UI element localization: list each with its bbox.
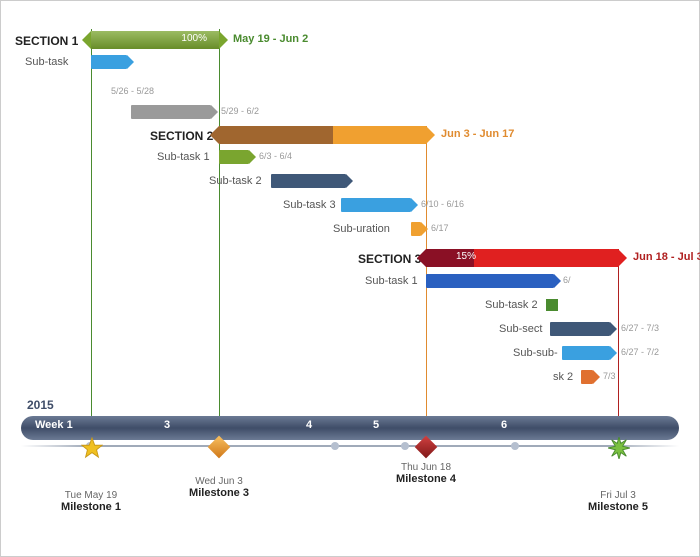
s1-task3-bar — [131, 105, 211, 119]
milestone-name: Milestone 5 — [588, 501, 648, 513]
s3-task2-bar — [546, 299, 558, 311]
s1-task1-bar — [91, 55, 127, 69]
milestone4-marker — [416, 437, 436, 457]
milestone-name: Milestone 3 — [189, 487, 249, 499]
year-label: 2015 — [27, 398, 54, 412]
week-tick: 4 — [306, 419, 312, 431]
s2-task1-bar — [219, 150, 249, 164]
s3-task3-label: Sub-sect — [499, 323, 542, 335]
s3-task5-dates: 7/3 — [603, 371, 616, 381]
star-icon — [81, 437, 103, 459]
s3-task4-label: Sub-sub- — [513, 347, 558, 359]
section3-title: SECTION 3 — [358, 252, 421, 266]
s3-task4-dates: 6/27 - 7/2 — [621, 347, 659, 357]
section1-dates: May 19 - Jun 2 — [233, 33, 308, 45]
guideline-start — [91, 29, 92, 437]
gantt-chart: SECTION 1 100% May 19 - Jun 2 Sub-task 5… — [0, 0, 700, 557]
s1-task2-dates: 5/26 - 5/28 — [111, 86, 154, 96]
milestone5-marker — [608, 437, 628, 457]
s1-task1-label: Sub-task — [25, 56, 68, 68]
s2-task4-bar — [411, 222, 421, 236]
s2-task1-label: Sub-task 1 — [157, 151, 210, 163]
section3-dates: Jun 18 - Jul 3 — [633, 251, 700, 263]
s2-task3-bar — [341, 198, 411, 212]
week-tick: 6 — [501, 419, 507, 431]
milestone5-label: Fri Jul 3 Milestone 5 — [588, 490, 648, 513]
guideline-jul3 — [618, 249, 619, 437]
s3-task1-dates: 6/ — [563, 275, 571, 285]
milestone-date: Wed Jun 3 — [189, 476, 249, 487]
guideline-jun2 — [219, 29, 220, 437]
s3-task1-label: Sub-task 1 — [365, 275, 418, 287]
s2-task4-label: Sub-uration — [333, 223, 390, 235]
section2-dates: Jun 3 - Jun 17 — [441, 128, 514, 140]
milestone1-marker — [81, 437, 101, 457]
s2-task3-dates: 6/10 - 6/16 — [421, 199, 464, 209]
week-tick: 3 — [164, 419, 170, 431]
section2-title: SECTION 2 — [150, 129, 213, 143]
s1-task3-dates: 5/29 - 6/2 — [221, 106, 259, 116]
section2-bar — [219, 126, 426, 144]
s3-task4-bar — [562, 346, 610, 360]
diamond-icon — [208, 436, 231, 459]
milestone3-marker — [209, 437, 229, 457]
week-tick: Week 1 — [35, 419, 73, 431]
burst-icon — [608, 437, 630, 459]
s2-task2-bar — [271, 174, 346, 188]
milestone1-label: Tue May 19 Milestone 1 — [61, 490, 121, 513]
timeline-subaxis — [21, 445, 679, 447]
s3-task3-bar — [550, 322, 610, 336]
timeline-axis: Week 1 3 4 5 6 — [21, 416, 679, 440]
s2-task1-dates: 6/3 - 6/4 — [259, 151, 292, 161]
s2-task4-dates: 6/17 — [431, 223, 449, 233]
milestone-date: Fri Jul 3 — [588, 490, 648, 501]
section3-bar: 15% — [426, 249, 618, 267]
s2-task2-label: Sub-task 2 — [209, 175, 262, 187]
milestone4-label: Thu Jun 18 Milestone 4 — [396, 462, 456, 485]
milestone-date: Tue May 19 — [61, 490, 121, 501]
milestone3-label: Wed Jun 3 Milestone 3 — [189, 476, 249, 499]
section1-percent: 100% — [181, 33, 207, 44]
diamond-icon — [415, 436, 438, 459]
section3-percent: 15% — [456, 251, 476, 262]
section1-bar: 100% — [91, 31, 219, 49]
section1-title: SECTION 1 — [15, 34, 78, 48]
s3-task2-label: Sub-task 2 — [485, 299, 538, 311]
s3-task5-bar — [581, 370, 593, 384]
milestone-name: Milestone 4 — [396, 473, 456, 485]
s3-task3-dates: 6/27 - 7/3 — [621, 323, 659, 333]
milestone-date: Thu Jun 18 — [396, 462, 456, 473]
week-tick: 5 — [373, 419, 379, 431]
s3-task5-label: sk 2 — [553, 371, 573, 383]
s3-task1-bar — [426, 274, 554, 288]
milestone-name: Milestone 1 — [61, 501, 121, 513]
s2-task3-label: Sub-task 3 — [283, 199, 336, 211]
